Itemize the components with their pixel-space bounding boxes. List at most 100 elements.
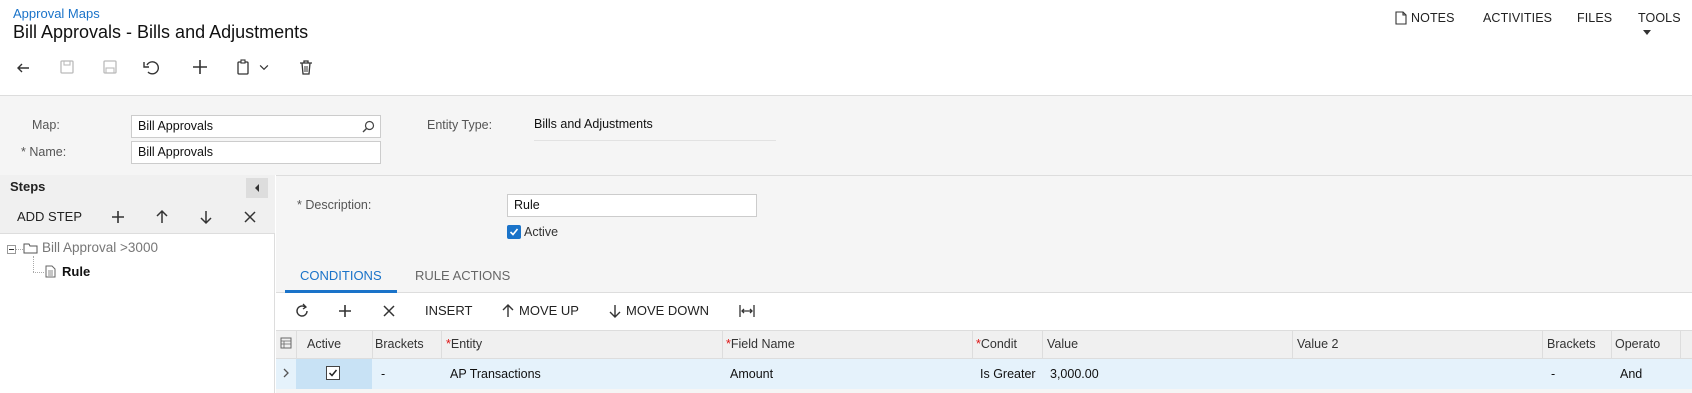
name-value: Bill Approvals	[138, 145, 214, 159]
notes-label: NOTES	[1411, 11, 1455, 25]
save-button[interactable]	[99, 56, 121, 78]
page-title: Bill Approvals - Bills and Adjustments	[13, 22, 309, 42]
name-field[interactable]: Bill Approvals	[131, 141, 381, 164]
column-header-condition[interactable]: *Condit	[976, 337, 1017, 351]
entity-type-value: Bills and Adjustments	[534, 117, 776, 141]
tools-label: TOOLS	[1638, 11, 1681, 25]
insert-button[interactable]: INSERT	[425, 303, 472, 318]
chevron-right-icon[interactable]	[282, 367, 290, 379]
folder-icon	[23, 243, 38, 254]
active-label: Active	[524, 225, 559, 239]
clipboard-icon	[237, 59, 249, 75]
fit-columns-button[interactable]	[736, 300, 758, 322]
column-header-close-brackets[interactable]: Brackets	[1547, 337, 1608, 351]
cell-operator[interactable]: And	[1620, 367, 1642, 381]
column-header-entity[interactable]: *Entity	[446, 337, 482, 351]
copy-paste-dropdown[interactable]	[257, 56, 271, 78]
column-header-active[interactable]: Active	[307, 337, 341, 351]
cancel-button[interactable]	[140, 56, 162, 78]
move-down-label: MOVE DOWN	[626, 303, 710, 318]
save-icon	[103, 60, 117, 74]
entity-type-label: Entity Type:	[427, 118, 493, 132]
collapse-pane-button[interactable]	[246, 178, 268, 198]
save-close-icon	[60, 60, 74, 74]
steps-title: Steps	[10, 179, 46, 194]
column-header-value-2[interactable]: Value 2	[1297, 337, 1338, 351]
map-label: Map:	[32, 118, 60, 132]
refresh-button[interactable]	[291, 300, 313, 322]
column-header-value[interactable]: Value	[1047, 337, 1078, 351]
delete-button[interactable]	[295, 56, 317, 78]
tree-node-step[interactable]: Bill Approval >3000	[42, 240, 158, 255]
column-header-open-brackets[interactable]: Brackets	[375, 337, 438, 351]
arrow-down-icon	[609, 304, 621, 318]
tree-line	[33, 256, 34, 272]
cell-value[interactable]: 3,000.00	[1050, 367, 1099, 381]
column-header-operator[interactable]: Operato	[1615, 337, 1677, 351]
close-icon	[383, 305, 395, 317]
chevron-down-icon	[259, 65, 269, 71]
search-icon[interactable]	[362, 120, 375, 133]
description-value: Rule	[514, 198, 540, 212]
note-icon	[1395, 11, 1407, 25]
column-header-field-name[interactable]: *Field Name	[726, 337, 795, 351]
plus-icon	[339, 305, 351, 317]
map-selector[interactable]: Bill Approvals	[131, 115, 381, 138]
move-up-condition-button[interactable]: MOVE UP	[502, 303, 579, 318]
column-header-entity-label: Entity	[450, 337, 483, 351]
arrow-up-icon	[156, 209, 168, 223]
tab-conditions[interactable]: CONDITIONS	[300, 268, 382, 283]
name-label: * Name:	[21, 145, 66, 159]
tab-rule-actions[interactable]: RULE ACTIONS	[415, 268, 510, 283]
cell-entity[interactable]: AP Transactions	[450, 367, 541, 381]
add-row-button[interactable]	[107, 206, 129, 228]
name-label-text: Name:	[29, 145, 67, 159]
arrow-down-icon	[200, 211, 212, 225]
tree-collapse-toggle[interactable]	[7, 245, 16, 254]
grid-settings-icon[interactable]	[280, 337, 292, 349]
active-checkbox[interactable]	[507, 225, 521, 239]
tools-menu[interactable]: TOOLS	[1638, 11, 1692, 39]
column-header-condition-label: Condit	[980, 337, 1018, 351]
add-step-button[interactable]: ADD STEP	[17, 209, 82, 224]
document-icon	[45, 265, 56, 278]
trash-icon	[300, 60, 312, 75]
checkmark-icon	[509, 228, 519, 236]
cell-open-brackets[interactable]: -	[381, 367, 385, 381]
cell-close-brackets[interactable]: -	[1551, 367, 1555, 381]
map-value: Bill Approvals	[138, 119, 214, 133]
tree-node-rule[interactable]: Rule	[62, 264, 90, 279]
tree-line	[33, 272, 44, 273]
add-condition-button[interactable]	[334, 300, 356, 322]
breadcrumb-approval-maps[interactable]: Approval Maps	[13, 6, 100, 21]
delete-condition-button[interactable]	[378, 300, 400, 322]
files-button[interactable]: FILES	[1577, 11, 1612, 25]
undo-arrow-icon	[17, 63, 29, 73]
grid-toolbar	[276, 293, 1692, 330]
save-and-close-button[interactable]	[56, 56, 78, 78]
description-label-text: Description:	[305, 198, 372, 212]
row-active-checkbox[interactable]	[326, 366, 340, 380]
column-header-field-name-label: Field Name	[730, 337, 795, 351]
undo-icon	[143, 61, 159, 75]
add-new-button[interactable]	[189, 56, 211, 78]
move-down-condition-button[interactable]: MOVE DOWN	[609, 303, 709, 318]
delete-step-button[interactable]	[239, 206, 261, 228]
activities-button[interactable]: ACTIVITIES	[1483, 11, 1552, 25]
description-field[interactable]: Rule	[507, 194, 757, 217]
plus-icon	[112, 211, 124, 223]
required-mark: *	[21, 145, 26, 159]
required-mark: *	[297, 198, 302, 212]
back-button[interactable]	[13, 56, 35, 78]
move-down-button[interactable]	[195, 206, 217, 228]
plus-icon	[193, 60, 207, 74]
description-label: * Description:	[297, 198, 371, 212]
move-up-label: MOVE UP	[519, 303, 579, 318]
cell-condition[interactable]: Is Greater	[980, 367, 1036, 381]
cell-field-name[interactable]: Amount	[730, 367, 773, 381]
close-icon	[244, 211, 256, 223]
checkmark-icon	[328, 369, 338, 377]
notes-button[interactable]: NOTES	[1395, 11, 1455, 25]
copy-paste-button[interactable]	[233, 56, 255, 78]
move-up-button[interactable]	[151, 206, 173, 228]
